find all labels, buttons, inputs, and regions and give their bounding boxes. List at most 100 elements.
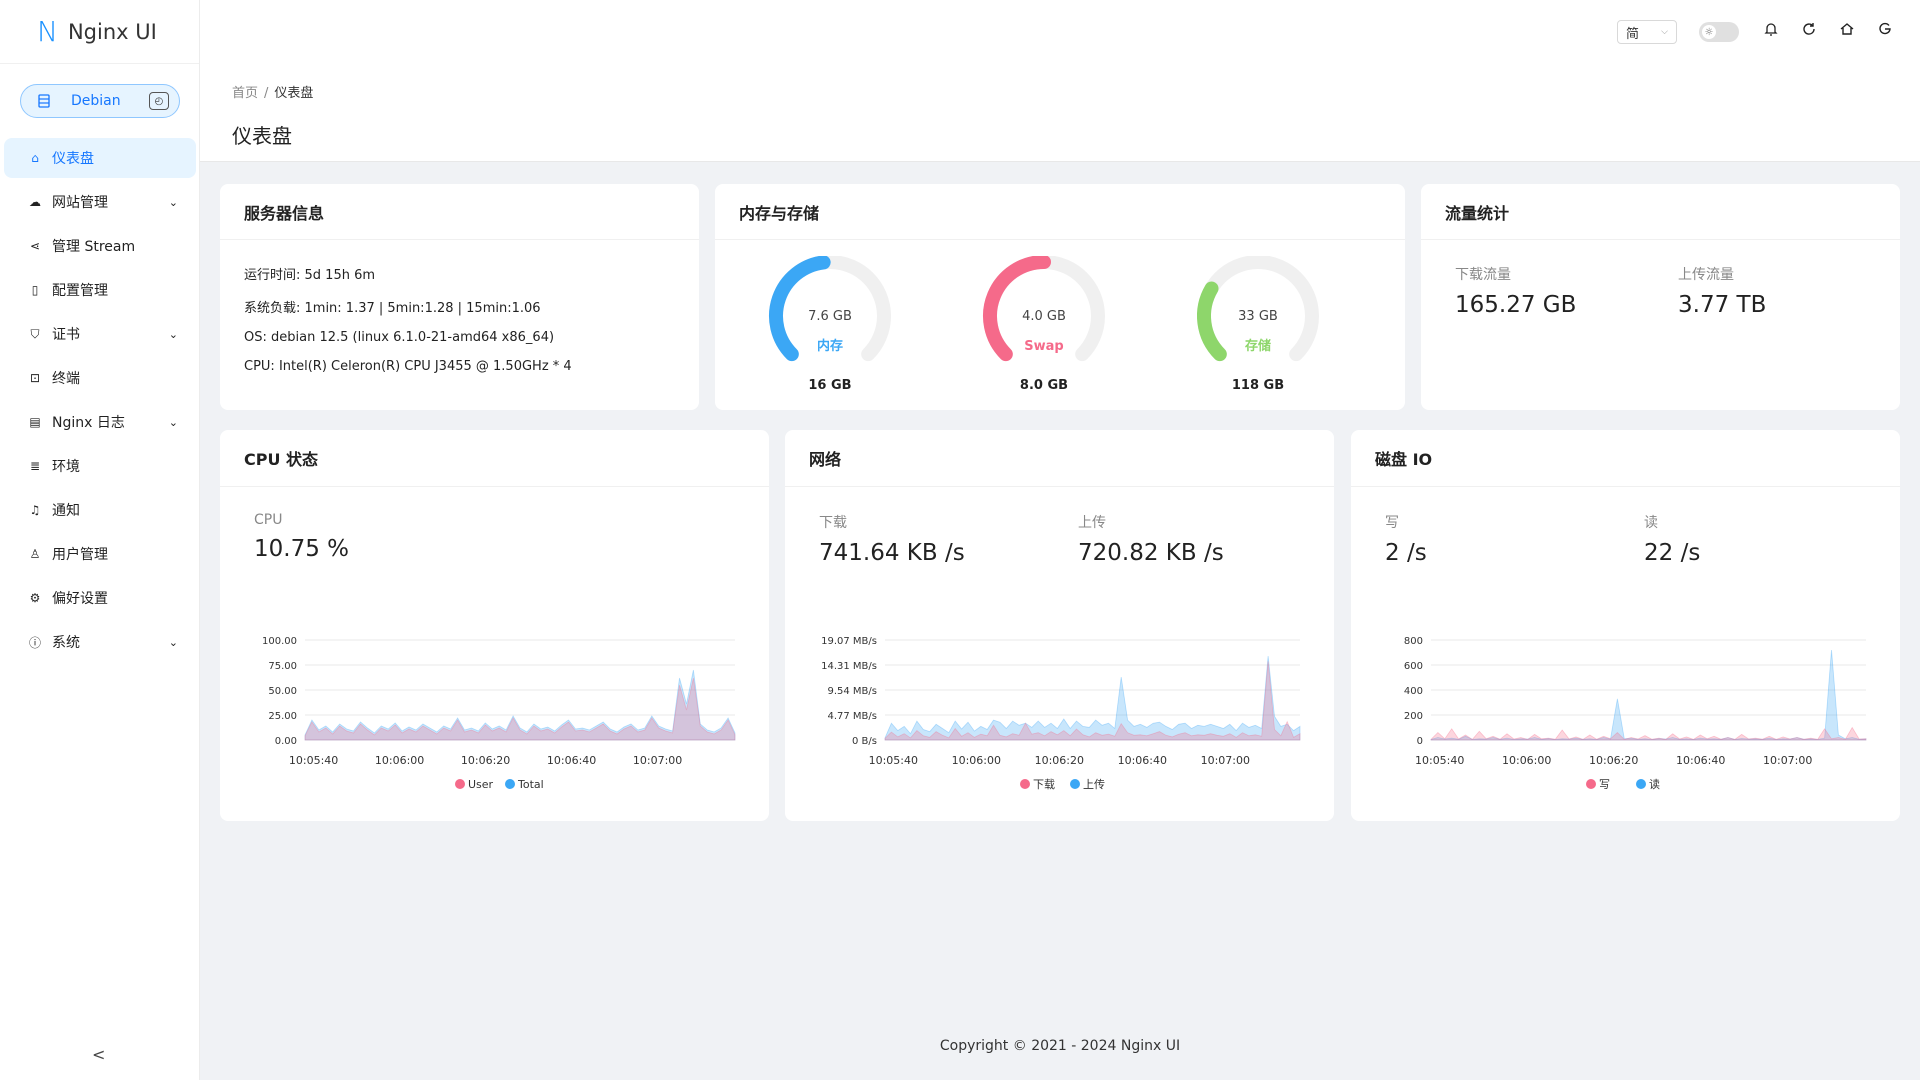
cpu-value: 10.75 % xyxy=(254,536,350,562)
disk-read-value: 22 /s xyxy=(1644,540,1701,566)
theme-toggle[interactable]: ☼ xyxy=(1699,22,1739,42)
breadcrumb-home[interactable]: 首页 xyxy=(232,86,258,101)
legend-label: 写 xyxy=(1599,778,1610,791)
chevron-down-icon: ⌄ xyxy=(168,327,178,341)
disk-io-title: 磁盘 IO xyxy=(1351,430,1900,487)
sidebar-item-label: 系统 xyxy=(52,635,80,651)
y-tick-label: 0.00 xyxy=(275,736,297,747)
y-tick-label: 800 xyxy=(1404,636,1423,647)
x-tick-label: 10:06:00 xyxy=(952,754,1001,767)
collapse-sidebar-icon[interactable]: < xyxy=(92,1045,105,1064)
x-tick-label: 10:06:20 xyxy=(1035,754,1084,767)
user-icon: ♙ xyxy=(29,547,41,561)
usage-gauge: 7.6 GB 内存 16 GB xyxy=(755,255,905,393)
disk-write-stat: 写 2 /s xyxy=(1385,512,1427,566)
cpu-label: CPU xyxy=(254,512,283,528)
legend-marker xyxy=(1020,779,1030,789)
upload-traffic-value: 3.77 TB xyxy=(1678,292,1767,318)
cpu-chart: 100.00 75.00 50.00 25.00 0.00 10:05:40 10:06:0… xyxy=(262,636,736,791)
y-tick-label: 400 xyxy=(1404,686,1423,697)
bell-icon[interactable] xyxy=(1763,21,1779,41)
sun-icon: ☼ xyxy=(1702,25,1716,39)
dashboard-icon[interactable]: ◴ xyxy=(149,92,169,110)
environment-label: Debian xyxy=(71,93,121,109)
memory-storage-title: 内存与存储 xyxy=(715,184,1405,240)
share-icon: ⋖ xyxy=(29,239,41,253)
footer-copyright: Copyright © 2021 - 2024 Nginx UI xyxy=(939,1038,1181,1054)
home-icon[interactable] xyxy=(1839,21,1855,41)
series-area xyxy=(884,656,1301,741)
nginx-logo-icon: N xyxy=(37,15,58,48)
sidebar-item[interactable]: ▯ 配置管理 xyxy=(4,270,196,310)
breadcrumb: 首页 / 仪表盘 xyxy=(232,82,313,101)
sidebar-item-label: 用户管理 xyxy=(52,547,108,563)
app-name: Nginx UI xyxy=(67,19,157,44)
sidebar-item[interactable]: ⌂ 仪表盘 xyxy=(4,138,196,178)
sidebar-item[interactable]: ⓘ 系统 ⌄ xyxy=(4,622,196,662)
file-icon: ▯ xyxy=(31,283,39,297)
home-icon: ⌂ xyxy=(31,151,39,165)
series-area xyxy=(1430,726,1867,741)
network-title: 网络 xyxy=(785,430,1334,487)
environment-indicator[interactable]: Debian ◴ xyxy=(20,84,180,118)
gauge-label: Swap xyxy=(1024,339,1063,354)
gauge-used-value: 33 GB xyxy=(1238,309,1278,324)
info-icon: ⓘ xyxy=(28,635,41,650)
sidebar-item[interactable]: ⚙ 偏好设置 xyxy=(4,578,196,618)
reload-icon[interactable] xyxy=(1801,21,1817,41)
upload-speed-value: 720.82 KB /s xyxy=(1078,540,1224,566)
page-header: 首页 / 仪表盘 仪表盘 xyxy=(200,64,1920,162)
download-traffic-stat: 下载流量 165.27 GB xyxy=(1455,264,1576,318)
legend-marker xyxy=(455,779,465,789)
download-speed-value: 741.64 KB /s xyxy=(819,540,965,566)
sidebar-item[interactable]: ☁ 网站管理 ⌄ xyxy=(4,182,196,222)
sidebar-item[interactable]: ♫ 通知 xyxy=(4,490,196,530)
chevron-down-icon: ⌄ xyxy=(168,415,178,429)
sidebar-item[interactable]: ♙ 用户管理 xyxy=(4,534,196,574)
traffic-card: 流量统计 下载流量 165.27 GB 上传流量 3.77 TB xyxy=(1421,184,1900,410)
upload-speed-stat: 上传 720.82 KB /s xyxy=(1078,512,1224,566)
upload-traffic-stat: 上传流量 3.77 TB xyxy=(1678,264,1766,318)
chevron-down-icon: ⌄ xyxy=(168,635,178,649)
gauge-total-value: 8.0 GB xyxy=(1019,378,1069,393)
sidebar-item[interactable]: ▤ Nginx 日志 ⌄ xyxy=(4,402,196,442)
y-tick-label: 25.00 xyxy=(268,711,297,722)
y-tick-label: 4.77 MB/s xyxy=(827,711,877,722)
sidebar-item-label: 环境 xyxy=(52,459,80,475)
download-speed-label: 下载 xyxy=(819,515,847,531)
x-tick-label: 10:05:40 xyxy=(869,754,918,767)
legend-label: User xyxy=(468,778,494,791)
sidebar-item[interactable]: ⛉ 证书 ⌄ xyxy=(4,314,196,354)
usage-gauge: 4.0 GB Swap 8.0 GB xyxy=(969,255,1119,393)
sidebar-item[interactable]: ⊡ 终端 xyxy=(4,358,196,398)
y-tick-label: 50.00 xyxy=(268,686,297,697)
page-title: 仪表盘 xyxy=(232,124,292,148)
sidebar-item-label: 偏好设置 xyxy=(52,591,108,607)
logout-icon[interactable] xyxy=(1877,21,1893,41)
brand[interactable]: N Nginx UI xyxy=(0,0,199,64)
legend-marker xyxy=(1636,779,1646,789)
y-tick-label: 100.00 xyxy=(262,636,297,647)
cloud-icon: ☁ xyxy=(29,195,41,209)
memory-storage-card: 内存与存储 7.6 GB 内存 16 GB 4.0 GB Swap 8.0 GB 33 GB… xyxy=(715,184,1405,410)
download-traffic-label: 下载流量 xyxy=(1455,267,1511,283)
load-average-line: 系统负载: 1min: 1.37 | 5min:1.28 | 15min:1.0… xyxy=(244,301,541,316)
disk-io-chart: 800 600 400 200 0 10:05:40 10:06:00 10:06:20 10:… xyxy=(1404,636,1867,791)
os-line: OS: debian 12.5 (linux 6.1.0-21-amd64 x8… xyxy=(244,330,555,345)
download-speed-stat: 下载 741.64 KB /s xyxy=(819,512,965,566)
network-card: 网络 下载 741.64 KB /s 上传 720.82 KB /s 19.07… xyxy=(785,430,1334,821)
legend-marker xyxy=(505,779,515,789)
language-select[interactable]: 简 ⌵ xyxy=(1617,20,1677,44)
sidebar-item[interactable]: ⋖ 管理 Stream xyxy=(4,226,196,266)
y-tick-label: 9.54 MB/s xyxy=(827,686,877,697)
disk-write-label: 写 xyxy=(1385,515,1399,531)
legend-label: Total xyxy=(517,778,544,791)
legend-label: 下载 xyxy=(1033,778,1055,791)
breadcrumb-separator: / xyxy=(264,86,269,101)
legend-label: 上传 xyxy=(1083,778,1105,791)
sidebar-item[interactable]: ≣ 环境 xyxy=(4,446,196,486)
gear-icon: ⚙ xyxy=(29,591,41,605)
gauge-arc: 7.6 GB 内存 xyxy=(769,255,891,362)
network-chart: 19.07 MB/s 14.31 MB/s 9.54 MB/s 4.77 MB/s 0 … xyxy=(821,636,1301,791)
sidebar-item-label: Nginx 日志 xyxy=(52,415,125,431)
